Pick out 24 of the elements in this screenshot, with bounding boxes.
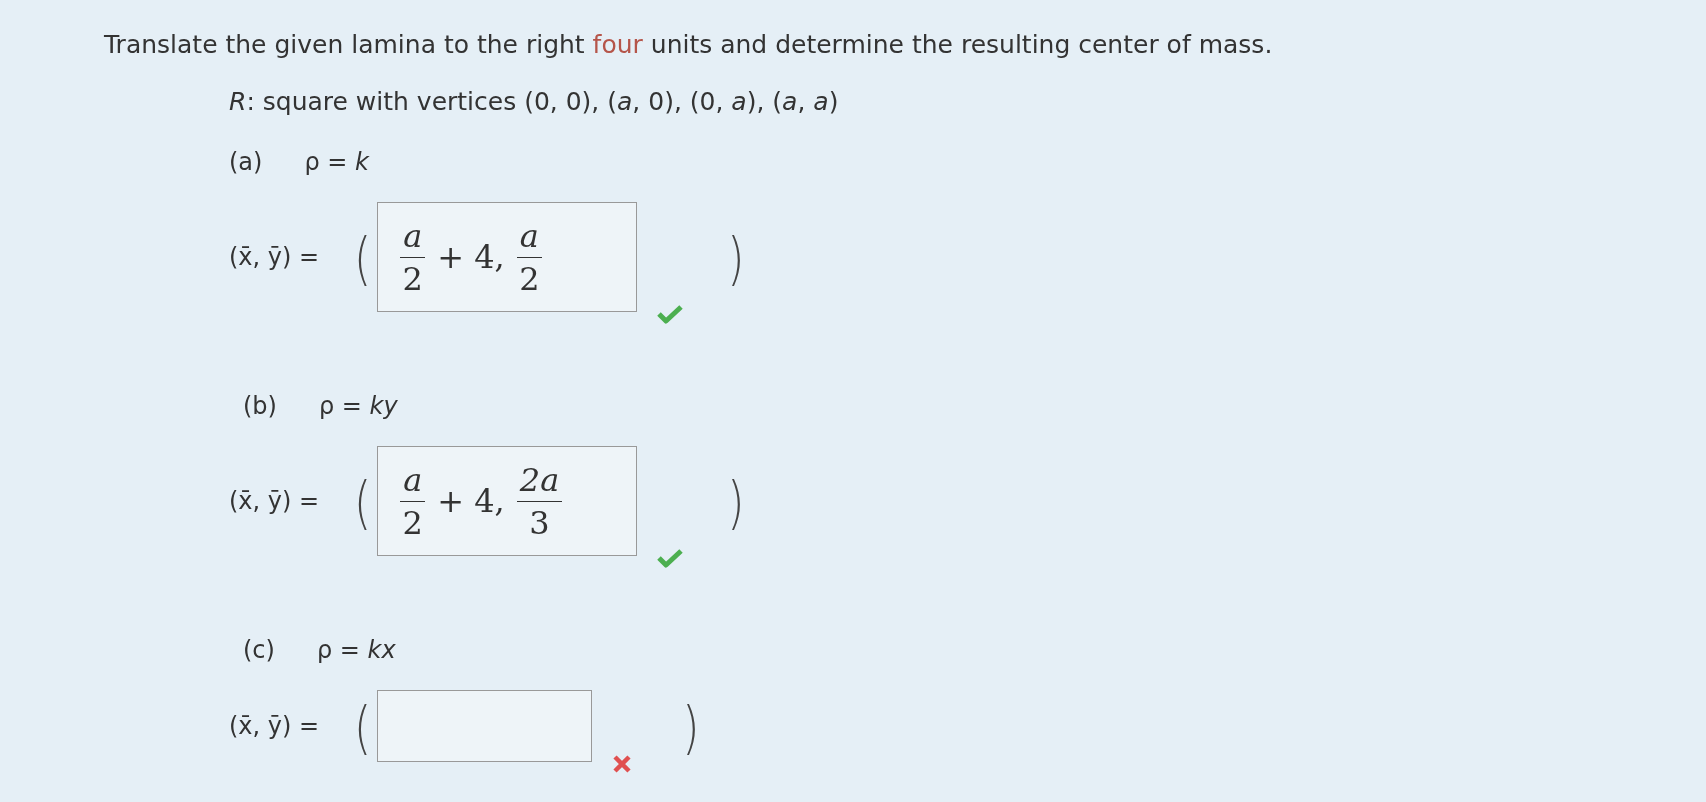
open-parenthesis: ( (354, 692, 372, 760)
answer-fraction: a 2 (400, 216, 426, 298)
answer-term: + 4, (437, 482, 505, 520)
density-formula: ρ = ky (318, 392, 398, 420)
part-label: (a) (229, 148, 263, 176)
centroid-label: (x̄, ȳ) = (229, 243, 321, 271)
density-formula: ρ = kx (316, 636, 396, 664)
question-text: Translate the given lamina to the right four units and determine the resulting center of mass. (104, 30, 1274, 59)
close-parenthesis: ) (727, 223, 745, 291)
centroid-label: (x̄, ȳ) = (229, 712, 321, 740)
close-parenthesis: ) (682, 692, 700, 760)
open-parenthesis: ( (354, 223, 372, 291)
answer-fraction: a 2 (400, 460, 426, 542)
answer-term: + 4, (437, 238, 505, 276)
answer-fraction: 2a 3 (516, 460, 563, 542)
centroid-label: (x̄, ȳ) = (229, 487, 321, 515)
part-label: (c) (243, 636, 275, 664)
density-formula: ρ = k (304, 148, 369, 176)
region-description: R: square with vertices (0, 0), (a, 0), (0, a), (a, a) (229, 87, 840, 116)
part-label: (b) (243, 392, 277, 420)
answer-field[interactable] (377, 690, 593, 762)
answer-fraction: a 2 (516, 216, 542, 298)
close-parenthesis: ) (727, 467, 745, 535)
open-parenthesis: ( (354, 467, 372, 535)
